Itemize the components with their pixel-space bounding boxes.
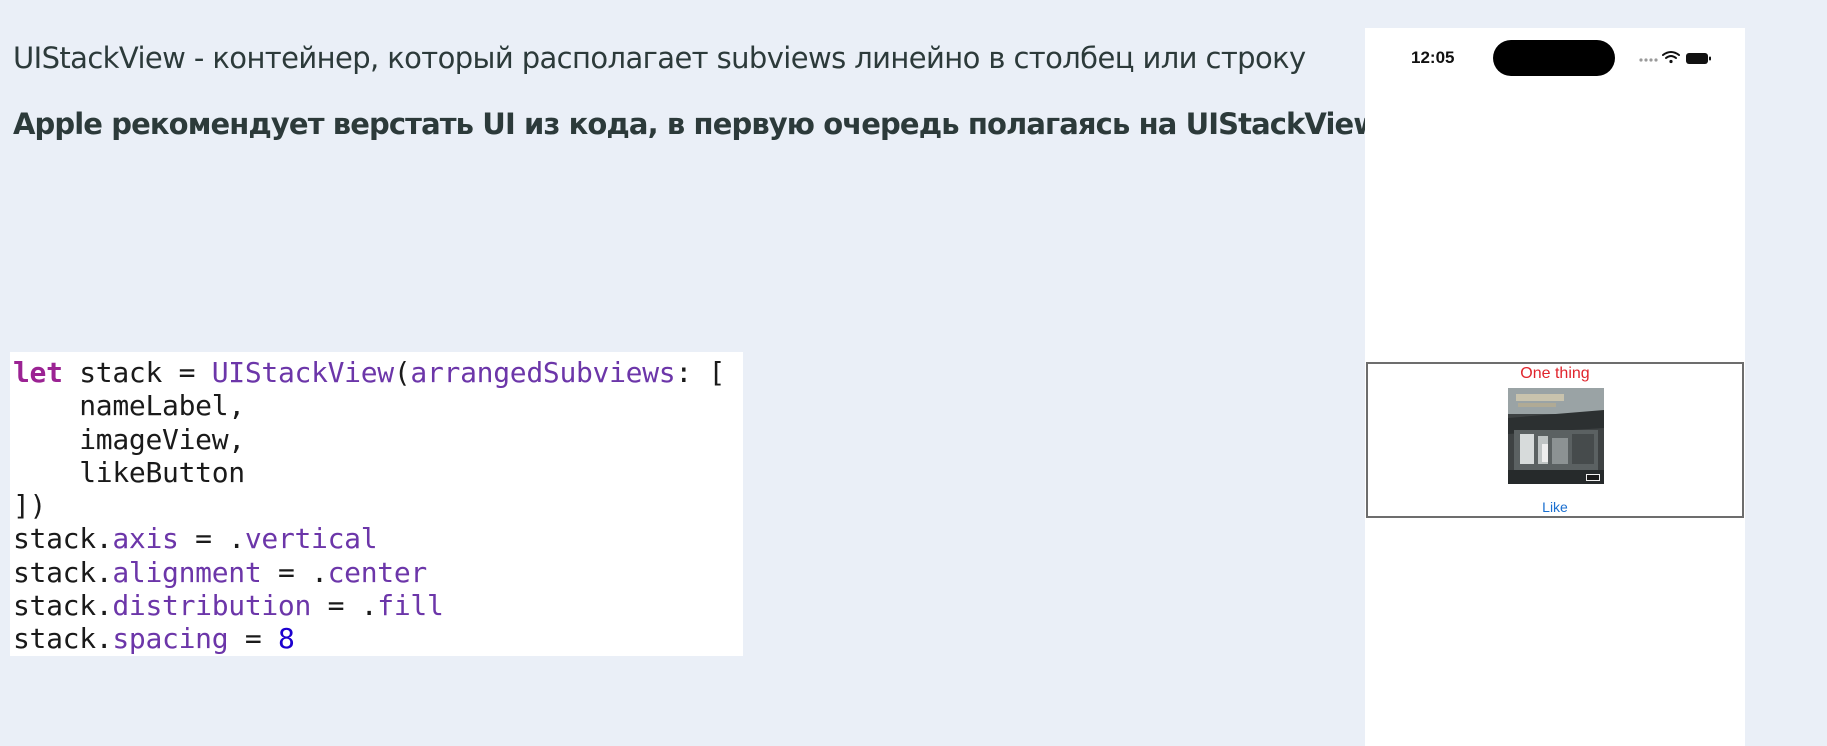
battery-icon [1686, 53, 1711, 64]
stack-view: One thing Like [1366, 362, 1744, 518]
slide-heading-2: Apple рекомендует верстать UI из кода, в… [13, 107, 1380, 141]
code-snippet: let stack = UIStackView(arrangedSubviews… [10, 352, 743, 656]
slide-heading-1: UIStackView - контейнер, который распола… [13, 41, 1306, 75]
album-cover-image [1508, 388, 1604, 484]
code-line: stack.spacing = 8 [13, 622, 295, 656]
code-line: likeButton [13, 455, 245, 489]
code-line: imageView, [13, 422, 245, 456]
code-line: nameLabel, [13, 389, 245, 423]
status-icons [1639, 51, 1711, 64]
code-line: stack.axis = .vertical [13, 522, 378, 556]
code-line: stack.distribution = .fill [13, 589, 444, 623]
status-time: 12:05 [1411, 48, 1455, 67]
code-line: ]) [13, 489, 47, 523]
dynamic-island [1493, 40, 1615, 76]
like-button[interactable]: Like [1368, 499, 1742, 515]
code-line: stack.alignment = .center [13, 555, 427, 589]
wifi-icon [1662, 51, 1680, 64]
code-block: let stack = UIStackView(arrangedSubviews… [10, 352, 743, 656]
name-label: One thing [1520, 365, 1590, 382]
code-line: let stack = UIStackView(arrangedSubviews… [13, 356, 726, 389]
signal-dots-icon [1639, 58, 1658, 62]
